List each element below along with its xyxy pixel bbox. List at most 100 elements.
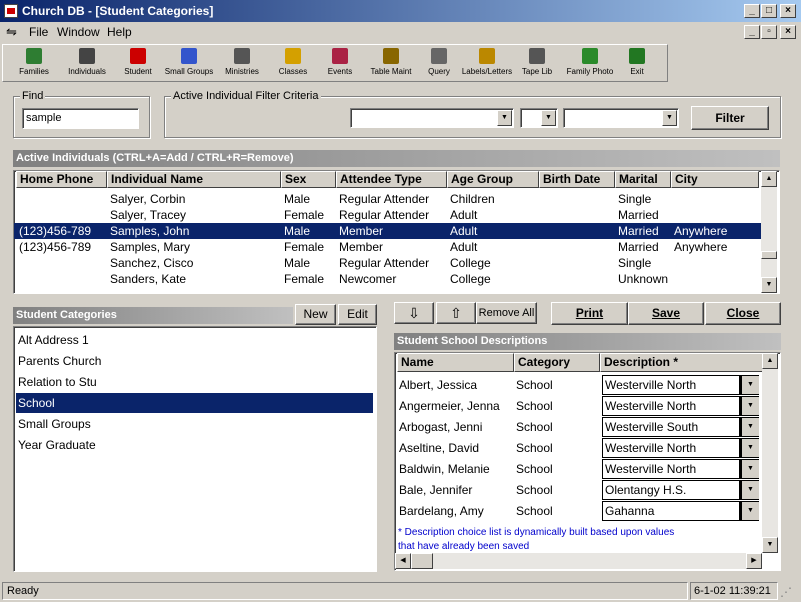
- find-input[interactable]: sample: [22, 108, 139, 129]
- doc-icon[interactable]: ⇋: [6, 24, 17, 40]
- size-grip-icon[interactable]: ⋰: [780, 584, 798, 600]
- table-row[interactable]: (123)456-789 Samples, John Male Member Adult…: [14, 223, 761, 239]
- close-button[interactable]: Close: [705, 302, 781, 325]
- status-text: Ready: [2, 582, 688, 600]
- table-cell: Samples, John: [110, 224, 190, 238]
- column-header[interactable]: Name: [397, 353, 514, 372]
- toolbar: Families Individuals Student Small Groups Mi…: [2, 44, 668, 82]
- toolbar-individuals-button[interactable]: Individuals: [61, 46, 113, 82]
- toolbar-label: Tape Lib: [521, 67, 553, 76]
- toolbar-ministries-button[interactable]: Ministries: [217, 46, 267, 82]
- events-icon: [332, 48, 348, 64]
- toolbar-events-button[interactable]: Events: [319, 46, 361, 82]
- description-combo[interactable]: Olentangy H.S. ▼: [602, 480, 759, 500]
- chevron-down-icon[interactable]: ▼: [662, 110, 677, 126]
- filter-value-select[interactable]: ▼: [563, 108, 679, 128]
- column-header[interactable]: Marital: [615, 171, 671, 188]
- chevron-down-icon[interactable]: ▼: [739, 418, 759, 436]
- descriptions-vscrollbar[interactable]: ▲ ▼: [762, 353, 778, 553]
- table-row[interactable]: Sanders, Kate Female Newcomer College Unknow…: [14, 271, 761, 287]
- status-bar: Ready 6-1-02 11:39:21 ⋰: [0, 580, 801, 602]
- toolbar-table-maint-button[interactable]: Table Maint: [365, 46, 417, 82]
- child-restore-button[interactable]: ▫: [761, 25, 777, 39]
- table-row[interactable]: Sanchez, Cisco Male Regular Attender Colleg…: [14, 255, 761, 271]
- family-photo-icon: [582, 48, 598, 64]
- category-item[interactable]: Relation to Stu: [16, 372, 373, 392]
- table-row[interactable]: Salyer, Corbin Male Regular Attender Childr…: [14, 191, 761, 207]
- minimize-button[interactable]: _: [744, 4, 760, 18]
- description-combo[interactable]: Westerville North ▼: [602, 438, 759, 458]
- scroll-up-icon[interactable]: ▲: [762, 353, 778, 369]
- chevron-down-icon[interactable]: ▼: [541, 110, 556, 126]
- chevron-down-icon[interactable]: ▼: [739, 376, 759, 394]
- menu-file[interactable]: File: [29, 25, 48, 39]
- scroll-thumb[interactable]: [761, 251, 777, 259]
- child-minimize-button[interactable]: _: [744, 25, 760, 39]
- descriptions-hscrollbar[interactable]: ◀ ▶: [395, 553, 762, 569]
- column-header[interactable]: Age Group: [447, 171, 539, 188]
- scroll-left-icon[interactable]: ◀: [395, 553, 411, 569]
- table-cell: Member: [339, 224, 384, 238]
- table-cell: Samples, Mary: [110, 240, 191, 254]
- column-header[interactable]: Home Phone: [16, 171, 107, 188]
- table-row[interactable]: Salyer, Tracey Female Regular Attender Adul…: [14, 207, 761, 223]
- description-combo[interactable]: Westerville North ▼: [602, 459, 759, 479]
- menu-help[interactable]: Help: [107, 25, 132, 39]
- move-down-button[interactable]: ⇩: [394, 302, 434, 324]
- filter-field-select[interactable]: ▼: [350, 108, 514, 128]
- edit-category-button[interactable]: Edit: [338, 304, 377, 325]
- column-header[interactable]: Sex: [281, 171, 336, 188]
- column-header[interactable]: City: [671, 171, 759, 188]
- toolbar-small-groups-button[interactable]: Small Groups: [161, 46, 217, 82]
- menu-window[interactable]: Window: [57, 25, 100, 39]
- chevron-down-icon[interactable]: ▼: [739, 397, 759, 415]
- move-up-button[interactable]: ⇧: [436, 302, 476, 324]
- filter-operator-select[interactable]: ▼: [520, 108, 558, 128]
- category-item[interactable]: Small Groups: [16, 414, 373, 434]
- chevron-down-icon[interactable]: ▼: [739, 481, 759, 499]
- individuals-grid: Home Phone Individual Name Sex Attendee Typ…: [13, 170, 780, 294]
- scroll-up-icon[interactable]: ▲: [761, 171, 777, 187]
- column-header[interactable]: Individual Name: [107, 171, 281, 188]
- toolbar-exit-button[interactable]: Exit: [623, 46, 651, 82]
- category-cell: School: [516, 462, 553, 476]
- category-item[interactable]: Year Graduate: [16, 435, 373, 455]
- chevron-down-icon[interactable]: ▼: [497, 110, 512, 126]
- scroll-thumb[interactable]: [411, 553, 433, 569]
- column-header[interactable]: Birth Date: [539, 171, 615, 188]
- close-window-button[interactable]: ×: [780, 4, 796, 18]
- description-combo[interactable]: Westerville South ▼: [602, 417, 759, 437]
- table-cell: Member: [339, 240, 384, 254]
- toolbar-tape-lib-button[interactable]: Tape Lib: [517, 46, 557, 82]
- description-combo[interactable]: Westerville North ▼: [602, 396, 759, 416]
- description-combo[interactable]: Westerville North ▼: [602, 375, 759, 395]
- chevron-down-icon[interactable]: ▼: [739, 502, 759, 520]
- toolbar-query-button[interactable]: Query: [421, 46, 457, 82]
- category-item[interactable]: Parents Church: [16, 351, 373, 371]
- remove-all-button[interactable]: Remove All: [476, 302, 537, 324]
- table-row[interactable]: (123)456-789 Samples, Mary Female Member Adu…: [14, 239, 761, 255]
- new-category-button[interactable]: New: [295, 304, 336, 325]
- description-combo[interactable]: Gahanna ▼: [602, 501, 759, 521]
- toolbar-student-button[interactable]: Student: [117, 46, 159, 82]
- filter-button[interactable]: Filter: [691, 106, 769, 130]
- toolbar-family-photo-button[interactable]: Family Photo: [559, 46, 621, 82]
- scroll-down-icon[interactable]: ▼: [761, 277, 777, 293]
- scroll-right-icon[interactable]: ▶: [746, 553, 762, 569]
- chevron-down-icon[interactable]: ▼: [739, 439, 759, 457]
- column-header[interactable]: Description *: [600, 353, 763, 372]
- toolbar-labels-letters-button[interactable]: Labels/Letters: [459, 46, 515, 82]
- save-button[interactable]: Save: [628, 302, 704, 325]
- column-header[interactable]: Attendee Type: [336, 171, 447, 188]
- scroll-down-icon[interactable]: ▼: [762, 537, 778, 553]
- toolbar-families-button[interactable]: Families: [11, 46, 57, 82]
- column-header[interactable]: Category: [514, 353, 600, 372]
- print-button[interactable]: Print: [551, 302, 628, 325]
- individuals-scrollbar[interactable]: ▲ ▼: [761, 171, 777, 293]
- toolbar-classes-button[interactable]: Classes: [271, 46, 315, 82]
- chevron-down-icon[interactable]: ▼: [739, 460, 759, 478]
- category-item[interactable]: Alt Address 1: [16, 330, 373, 350]
- child-close-button[interactable]: ×: [780, 25, 796, 39]
- category-item[interactable]: School: [16, 393, 373, 413]
- maximize-button[interactable]: □: [761, 4, 777, 18]
